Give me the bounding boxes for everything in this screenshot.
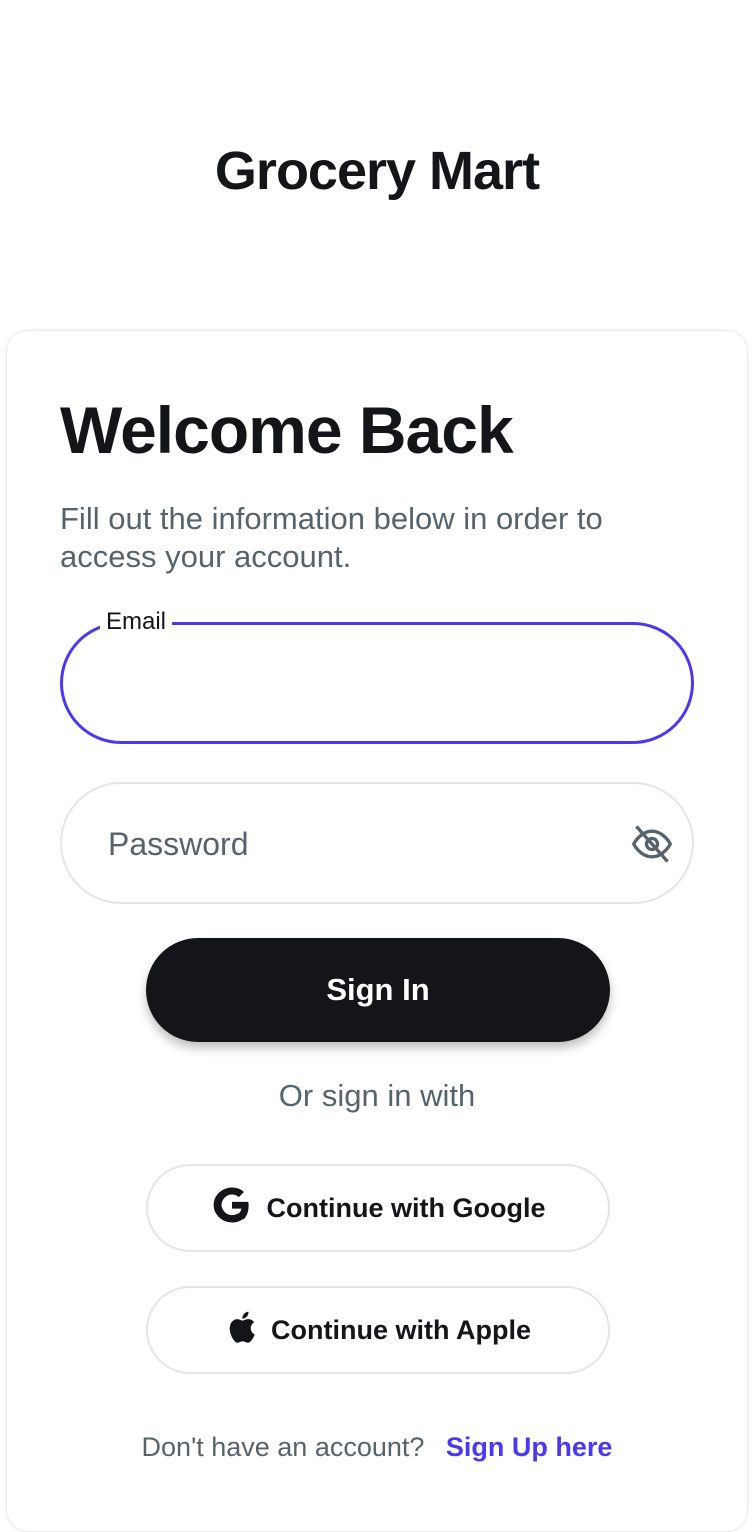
page-title: Welcome Back	[60, 393, 514, 467]
apple-button-label: Continue with Apple	[271, 1314, 531, 1345]
email-field-container[interactable]	[60, 622, 694, 744]
email-label: Email	[100, 608, 173, 636]
apple-sign-in-button[interactable]: Continue with Apple	[146, 1286, 610, 1374]
google-sign-in-button[interactable]: Continue with Google	[146, 1164, 610, 1252]
signup-prompt: Don't have an account?	[141, 1432, 425, 1462]
password-input[interactable]	[106, 784, 630, 904]
divider-text: Or sign in with	[278, 1078, 476, 1113]
apple-icon	[225, 1309, 271, 1352]
password-field-container[interactable]	[60, 782, 694, 904]
sign-in-button[interactable]: Sign In	[146, 938, 610, 1042]
signup-link[interactable]: Sign Up here	[446, 1432, 613, 1462]
google-icon	[211, 1184, 267, 1233]
brand-title: Grocery Mart	[214, 141, 540, 201]
google-button-label: Continue with Google	[266, 1192, 546, 1223]
signup-footer: Don't have an account? Sign Up here	[0, 1432, 754, 1463]
page-subtitle: Fill out the information below in order …	[60, 501, 603, 574]
eye-off-icon[interactable]	[630, 822, 674, 866]
email-input[interactable]	[107, 625, 631, 743]
